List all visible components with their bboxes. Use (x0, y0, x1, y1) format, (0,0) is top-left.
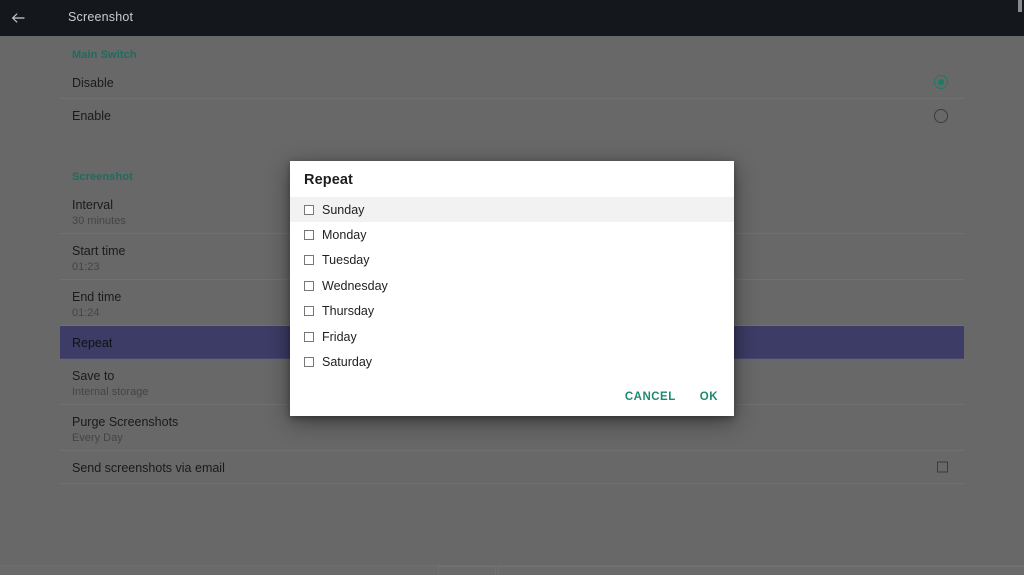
page-title: Screenshot (68, 10, 134, 24)
day-option-monday[interactable]: Monday (290, 222, 734, 247)
back-button[interactable] (8, 8, 28, 28)
settings-row-title: Send screenshots via email (72, 461, 225, 475)
checkbox-icon[interactable] (304, 306, 314, 317)
checkbox-send-email[interactable] (937, 461, 948, 473)
day-label: Thursday (322, 304, 375, 319)
checkbox-icon[interactable] (304, 357, 314, 368)
system-bar-region (498, 566, 1024, 575)
day-label: Tuesday (322, 253, 370, 268)
day-option-wednesday[interactable]: Wednesday (290, 273, 734, 298)
section-header-main-switch: Main Switch (72, 49, 137, 61)
settings-row-disable[interactable]: Disable (60, 66, 964, 99)
checkbox-icon[interactable] (304, 280, 314, 291)
day-option-saturday[interactable]: Saturday (290, 349, 734, 374)
day-option-thursday[interactable]: Thursday (290, 299, 734, 324)
settings-row-title: Enable (72, 109, 111, 123)
repeat-dialog: Repeat Sunday Monday Tuesday Wednesday T… (290, 161, 734, 416)
device-screen: Screenshot Main Switch Disable Enable Sc… (0, 0, 1024, 575)
checkbox-icon[interactable] (304, 230, 314, 241)
checkbox-icon[interactable] (304, 204, 314, 215)
day-label: Saturday (322, 355, 373, 370)
checkbox-icon[interactable] (304, 331, 314, 342)
settings-row-subtitle: Every Day (72, 432, 123, 444)
settings-row-title: Disable (72, 76, 114, 90)
day-label: Monday (322, 228, 367, 243)
day-option-tuesday[interactable]: Tuesday (290, 248, 734, 273)
day-label: Wednesday (322, 278, 388, 293)
checkbox-icon[interactable] (304, 255, 314, 266)
dialog-actions: CANCEL OK (625, 389, 718, 405)
cancel-button[interactable]: CANCEL (625, 389, 676, 405)
arrow-left-icon (10, 10, 26, 26)
radio-disable[interactable] (934, 75, 948, 89)
app-toolbar: Screenshot (0, 0, 1024, 36)
day-option-friday[interactable]: Friday (290, 324, 734, 349)
day-label: Friday (322, 329, 357, 344)
system-home-hint[interactable] (438, 566, 496, 575)
ok-button[interactable]: OK (700, 389, 718, 405)
day-option-sunday[interactable]: Sunday (290, 197, 734, 223)
settings-row-enable[interactable]: Enable (60, 99, 964, 132)
radio-enable[interactable] (934, 108, 948, 123)
status-indicator (1018, 0, 1022, 12)
dialog-title: Repeat (304, 172, 353, 188)
dialog-day-list: Sunday Monday Tuesday Wednesday Thursday… (290, 197, 734, 375)
day-label: Sunday (322, 202, 365, 217)
settings-row-title: Purge Screenshots (72, 415, 179, 429)
settings-row-send-email[interactable]: Send screenshots via email (60, 451, 964, 484)
